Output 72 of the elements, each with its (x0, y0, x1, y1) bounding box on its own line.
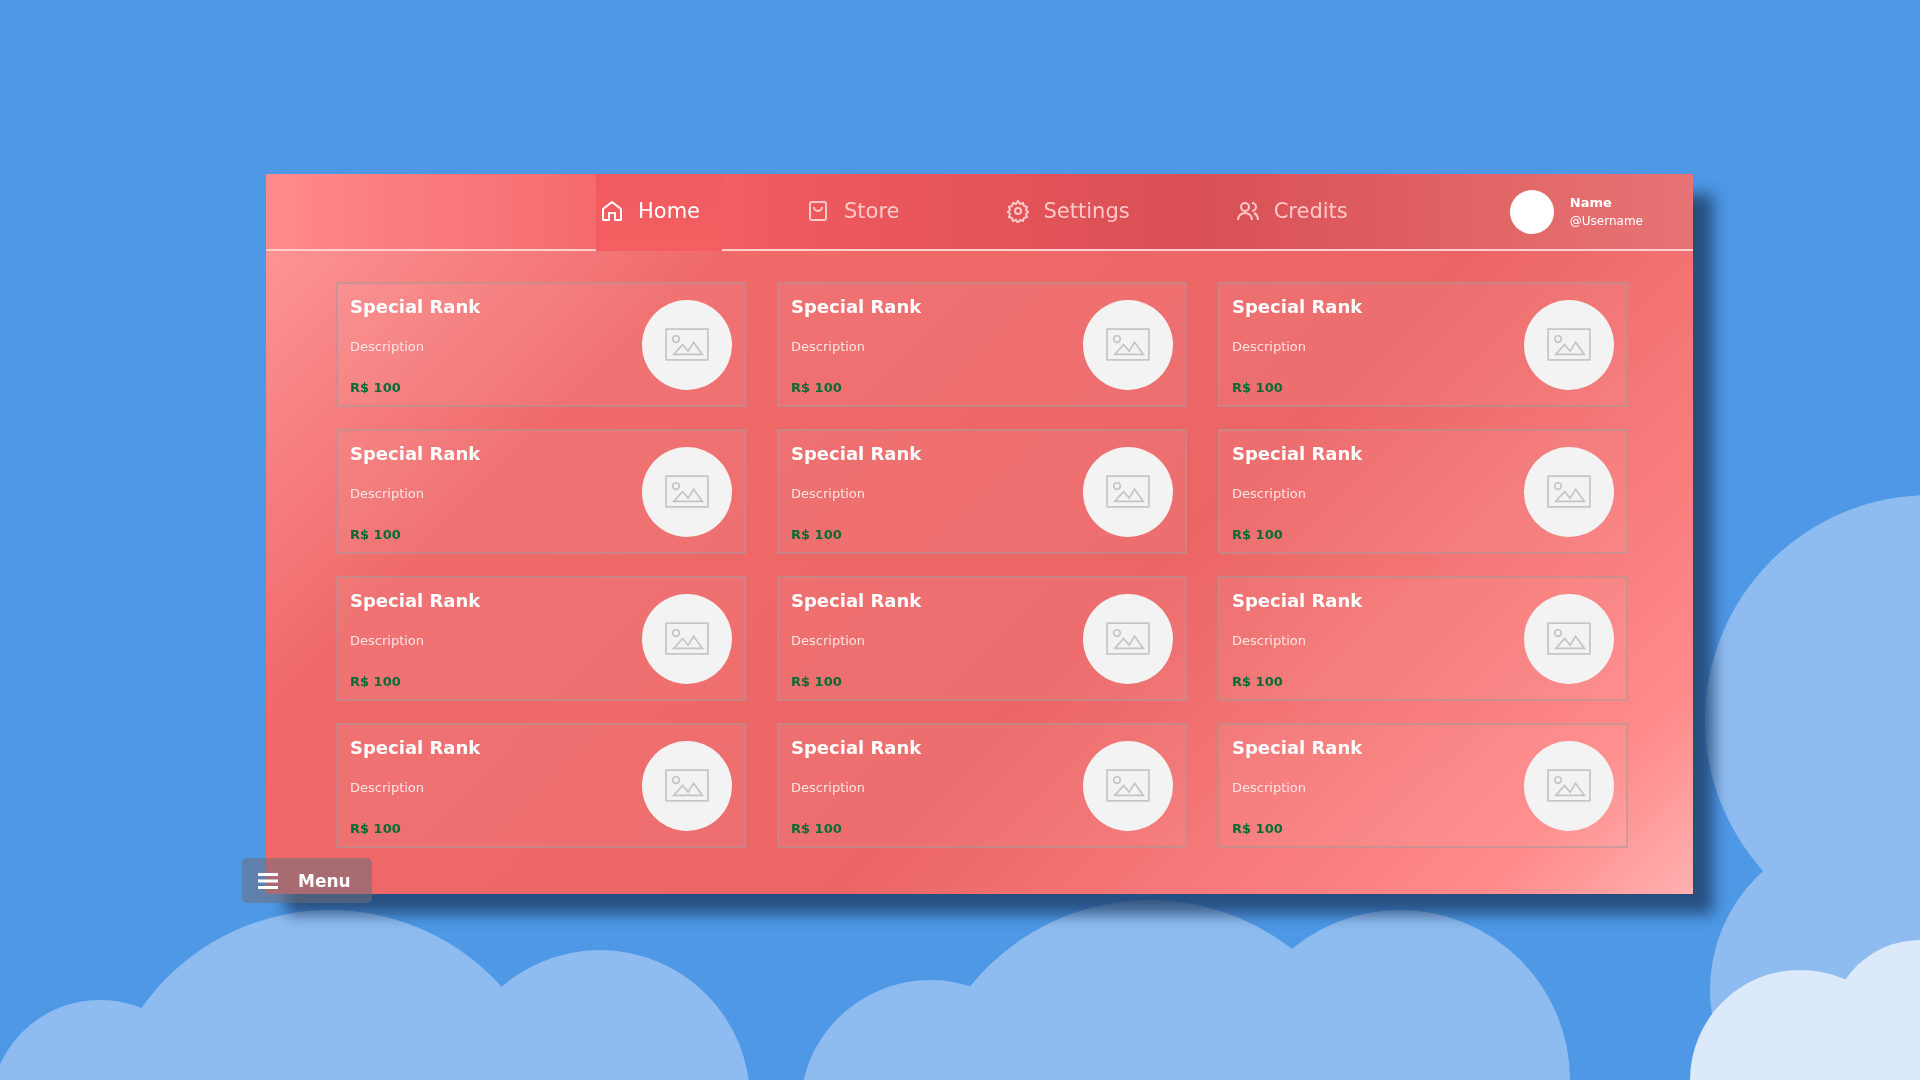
card-price: R$ 100 (350, 821, 402, 836)
card-title: Special Rank (1232, 737, 1364, 758)
card-description: Description (791, 780, 867, 795)
card-description: Description (350, 339, 426, 354)
rank-card[interactable]: Special Rank Description R$ 100 (777, 576, 1187, 701)
card-price: R$ 100 (350, 380, 402, 395)
card-description: Description (791, 486, 867, 501)
user-name: Name (1569, 195, 1613, 210)
card-title: Special Rank (791, 443, 923, 464)
card-price: R$ 100 (350, 674, 402, 689)
nav-tab[interactable]: Settings (1001, 174, 1152, 251)
card-title: Special Rank (1232, 443, 1364, 464)
card-description: Description (791, 633, 867, 648)
rank-card[interactable]: Special Rank Description R$ 100 (777, 282, 1187, 407)
card-title: Special Rank (791, 296, 923, 317)
card-description: Description (1232, 339, 1308, 354)
card-price: R$ 100 (1232, 821, 1284, 836)
rank-card[interactable]: Special Rank Description R$ 100 (1218, 282, 1628, 407)
rank-card[interactable]: Special Rank Description R$ 100 (336, 429, 746, 554)
card-title: Special Rank (350, 443, 482, 464)
card-price: R$ 100 (1232, 380, 1284, 395)
card-title: Special Rank (791, 737, 923, 758)
shopping-bag-icon (806, 199, 830, 223)
rank-card[interactable]: Special Rank Description R$ 100 (1218, 576, 1628, 701)
image-icon (1106, 328, 1150, 361)
card-description: Description (350, 486, 426, 501)
image-icon (1106, 769, 1150, 802)
card-description: Description (350, 780, 426, 795)
image-icon (665, 475, 709, 508)
image-icon (1547, 475, 1591, 508)
nav-tab[interactable]: Credits (1231, 174, 1370, 251)
card-description: Description (1232, 780, 1308, 795)
card-price: R$ 100 (791, 527, 843, 542)
image-icon (1106, 622, 1150, 655)
card-price: R$ 100 (791, 674, 843, 689)
card-price: R$ 100 (350, 527, 402, 542)
image-icon (665, 769, 709, 802)
card-title: Special Rank (1232, 296, 1364, 317)
card-title: Special Rank (791, 590, 923, 611)
image-icon (1547, 769, 1591, 802)
card-title: Special Rank (350, 296, 482, 317)
card-description: Description (1232, 486, 1308, 501)
users-icon (1235, 199, 1260, 223)
card-description: Description (1232, 633, 1308, 648)
nav-tab[interactable]: Home (596, 174, 722, 251)
card-title: Special Rank (350, 590, 482, 611)
image-icon (665, 328, 709, 361)
image-icon (665, 622, 709, 655)
card-price: R$ 100 (1232, 527, 1284, 542)
rank-card[interactable]: Special Rank Description R$ 100 (336, 723, 746, 848)
image-icon (1547, 328, 1591, 361)
card-title: Special Rank (350, 737, 482, 758)
card-description: Description (350, 633, 426, 648)
rank-card[interactable]: Special Rank Description R$ 100 (336, 282, 746, 407)
nav-tab[interactable]: Store (802, 174, 922, 251)
rank-card[interactable]: Special Rank Description R$ 100 (777, 723, 1187, 848)
card-title: Special Rank (1232, 590, 1364, 611)
menu-icon (258, 872, 278, 889)
image-icon (1547, 622, 1591, 655)
rank-card[interactable]: Special Rank Description R$ 100 (1218, 429, 1628, 554)
card-price: R$ 100 (791, 380, 843, 395)
settings-icon (1005, 199, 1030, 223)
card-price: R$ 100 (1232, 674, 1284, 689)
rank-card[interactable]: Special Rank Description R$ 100 (777, 429, 1187, 554)
rank-card[interactable]: Special Rank Description R$ 100 (336, 576, 746, 701)
menu-button[interactable]: Menu (242, 858, 372, 903)
image-icon (1106, 475, 1150, 508)
card-price: R$ 100 (791, 821, 843, 836)
card-description: Description (791, 339, 867, 354)
rank-card[interactable]: Special Rank Description R$ 100 (1218, 723, 1628, 848)
home-icon (600, 199, 624, 223)
user-handle: @Username (1569, 214, 1643, 228)
